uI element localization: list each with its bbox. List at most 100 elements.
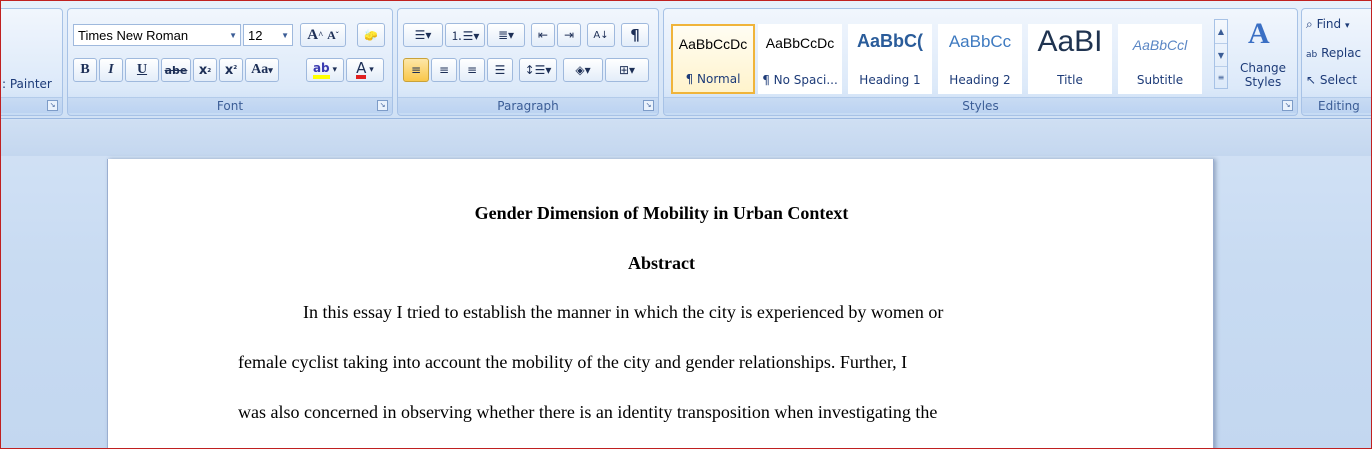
change-styles-icon: A <box>1248 17 1270 50</box>
numbering-icon: ⒈☰▾ <box>450 28 480 43</box>
paragraph-launcher-icon[interactable]: ↘ <box>643 100 654 111</box>
style-name: Subtitle <box>1136 73 1184 87</box>
font-group: Times New Roman ▼ 12 ▼ A ^ Aˇ 🧽 B I U abe… <box>67 8 393 116</box>
change-styles-button[interactable]: A Change Styles <box>1234 17 1292 97</box>
clear-format-icon: 🧽 <box>364 28 378 42</box>
numbering-button[interactable]: ⒈☰▾ <box>445 23 485 47</box>
justify-icon: ☰ <box>494 63 506 77</box>
style-sample: AaBI <box>1037 25 1103 58</box>
increase-indent-button[interactable]: ⇥ <box>557 23 581 47</box>
clipboard-group: : Painter ↘ <box>1 8 63 116</box>
style-name: Heading 1 <box>859 73 921 87</box>
change-case-label: Aa <box>251 62 269 77</box>
word-window: : Painter ↘ Times New Roman ▼ 12 ▼ A ^ Aˇ… <box>0 0 1372 449</box>
document-title: Gender Dimension of Mobility in Urban Co… <box>474 203 849 223</box>
body-line: female cyclist taking into account the m… <box>238 352 908 372</box>
superscript-button[interactable]: x² <box>219 58 243 82</box>
style-sample: AaBbC( <box>857 31 923 51</box>
bullets-button[interactable]: ☰▾ <box>403 23 443 47</box>
underline-button[interactable]: U <box>125 58 159 82</box>
borders-button[interactable]: ⊞▾ <box>605 58 649 82</box>
sort-button[interactable]: A↓ <box>587 23 615 47</box>
style-sample: AaBbCcl <box>1132 37 1188 53</box>
style-normal[interactable]: AaBbCcDc ¶ Normal <box>671 24 755 94</box>
font-size-dropdown[interactable]: 12 ▼ <box>243 24 293 46</box>
body-line: was also concerned in observing whether … <box>238 402 938 422</box>
chevron-down-icon[interactable]: ▼ <box>1215 43 1227 66</box>
show-hide-button[interactable]: ¶ <box>621 23 649 47</box>
body-line: In this essay I tried to establish the m… <box>303 302 944 322</box>
bullets-icon: ☰▾ <box>414 28 432 42</box>
cursor-arrow-icon: ↖ <box>1306 73 1317 87</box>
paragraph-group: ☰▾ ⒈☰▾ ≣▾ ⇤ ⇥ A↓ ¶ ≡ ≡ ≡ ☰ ↕☰▾ ◈▾ ⊞▾ Par… <box>397 8 659 116</box>
decrease-indent-button[interactable]: ⇤ <box>531 23 555 47</box>
styles-group: AaBbCcDc ¶ Normal AaBbCcDc ¶ No Spaci...… <box>663 8 1298 116</box>
find-button[interactable]: ⌕ Find ▾ <box>1306 17 1350 32</box>
italic-button[interactable]: I <box>99 58 123 82</box>
style-name: Title <box>1057 73 1083 87</box>
style-title[interactable]: AaBI Title <box>1028 24 1112 94</box>
style-sample: AaBbCcDc <box>678 36 748 52</box>
font-size-value: 12 <box>248 27 263 43</box>
chevron-up-icon[interactable]: ▲ <box>1215 20 1227 43</box>
replace-icon: ab <box>1306 50 1318 60</box>
justify-button[interactable]: ☰ <box>487 58 513 82</box>
strikethrough-button[interactable]: abe <box>161 58 191 82</box>
line-spacing-button[interactable]: ↕☰▾ <box>519 58 557 82</box>
line-spacing-icon: ↕☰▾ <box>524 63 552 77</box>
document-background-top <box>1 120 1371 156</box>
document-page[interactable]: Gender Dimension of Mobility in Urban Co… <box>107 159 1214 448</box>
align-left-button[interactable]: ≡ <box>403 58 429 82</box>
font-name-dropdown[interactable]: Times New Roman ▼ <box>73 24 241 46</box>
font-launcher-icon[interactable]: ↘ <box>377 100 388 111</box>
styles-launcher-icon[interactable]: ↘ <box>1282 100 1293 111</box>
font-group-label: Font <box>68 97 392 113</box>
gallery-scroll[interactable]: ▲ ▼ ≡ <box>1214 19 1228 89</box>
font-name-value: Times New Roman <box>78 27 189 43</box>
clear-formatting-button[interactable]: 🧽 <box>357 23 385 47</box>
editing-group: ⌕ Find ▾ ab Replac ↖ Select Editing <box>1301 8 1371 116</box>
more-styles-icon[interactable]: ≡ <box>1215 66 1227 88</box>
select-button[interactable]: ↖ Select <box>1306 73 1357 87</box>
select-label: Select <box>1319 73 1357 87</box>
font-color-button[interactable]: A ▾ <box>346 58 384 82</box>
editing-group-label: Editing <box>1302 97 1371 113</box>
style-heading-2[interactable]: AaBbCc Heading 2 <box>938 24 1022 94</box>
multilevel-list-button[interactable]: ≣▾ <box>487 23 525 47</box>
replace-button[interactable]: ab Replac <box>1306 46 1361 60</box>
align-center-icon: ≡ <box>438 63 450 77</box>
style-name: Heading 2 <box>949 73 1011 87</box>
binoculars-icon: ⌕ <box>1306 17 1313 31</box>
bold-button[interactable]: B <box>73 58 97 82</box>
align-left-icon: ≡ <box>410 63 422 77</box>
highlight-button[interactable]: ab ▾ <box>306 58 344 82</box>
style-no-spacing[interactable]: AaBbCcDc ¶ No Spaci... <box>758 24 842 94</box>
sort-icon: A↓ <box>593 29 609 41</box>
align-right-button[interactable]: ≡ <box>459 58 485 82</box>
superscript-label: x <box>224 62 234 78</box>
chevron-down-icon: ▼ <box>281 31 289 40</box>
shrink-font-icon[interactable]: A <box>327 28 336 43</box>
style-name: ¶ No Spaci... <box>762 73 838 87</box>
shading-button[interactable]: ◈▾ <box>563 58 603 82</box>
change-case-button[interactable]: Aa ▾ <box>245 58 279 82</box>
change-styles-label: Change Styles <box>1240 61 1286 89</box>
decrease-indent-icon: ⇤ <box>537 28 549 42</box>
font-color-icon: A <box>356 59 367 79</box>
format-painter-button[interactable]: : Painter <box>2 77 52 91</box>
borders-icon: ⊞▾ <box>618 63 636 77</box>
clipboard-launcher-icon[interactable]: ↘ <box>47 100 58 111</box>
paragraph-group-label: Paragraph <box>398 97 658 113</box>
align-center-button[interactable]: ≡ <box>431 58 457 82</box>
subscript-button[interactable]: x₂ <box>193 58 217 82</box>
grow-font-icon[interactable]: A <box>307 27 318 44</box>
style-heading-1[interactable]: AaBbC( Heading 1 <box>848 24 932 94</box>
grow-shrink-font-buttons[interactable]: A ^ Aˇ <box>300 23 346 47</box>
increase-indent-icon: ⇥ <box>563 28 575 42</box>
find-label: Find <box>1316 17 1342 31</box>
style-subtitle[interactable]: AaBbCcl Subtitle <box>1118 24 1202 94</box>
style-name: ¶ Normal <box>685 72 741 86</box>
multilevel-list-icon: ≣▾ <box>497 28 515 42</box>
align-right-icon: ≡ <box>466 63 478 77</box>
replace-label: Replac <box>1321 46 1362 60</box>
